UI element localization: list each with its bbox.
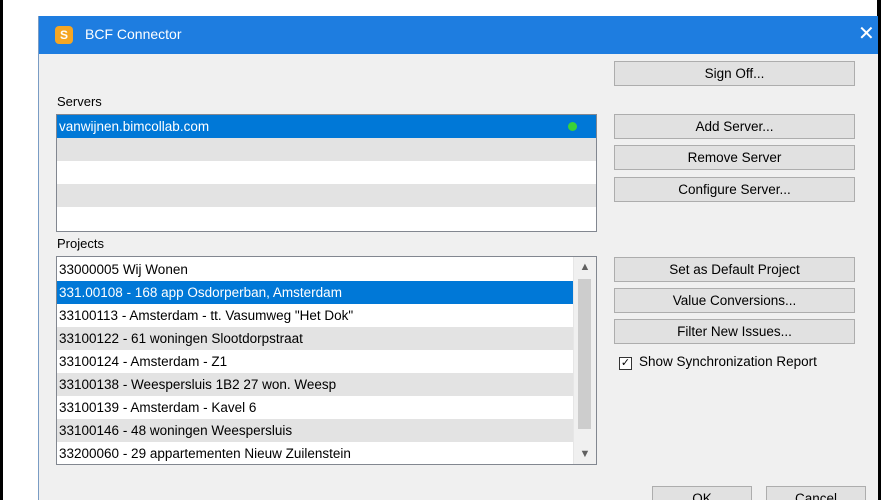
server-empty-row [57, 184, 596, 207]
set-default-project-button[interactable]: Set as Default Project [614, 257, 855, 282]
app-logo-icon: S [55, 26, 73, 44]
sign-off-button[interactable]: Sign Off... [614, 61, 855, 86]
show-sync-report-checkbox[interactable]: ✓ [619, 357, 632, 370]
configure-server-button[interactable]: Configure Server... [614, 177, 855, 202]
window-title: BCF Connector [85, 26, 182, 42]
project-row[interactable]: 331.00108 - 168 app Osdorperban, Amsterd… [57, 281, 574, 304]
screen-border-left [0, 0, 3, 500]
scroll-up-icon[interactable]: ▲ [574, 257, 596, 277]
server-item[interactable]: vanwijnen.bimcollab.com [57, 115, 596, 138]
project-row[interactable]: 33100139 - Amsterdam - Kavel 6 [57, 396, 574, 419]
bcf-connector-dialog: S BCF Connector ✕ Servers vanwijnen.bimc… [38, 16, 878, 500]
title-bar[interactable]: S BCF Connector ✕ [39, 16, 878, 54]
show-sync-report-label: Show Synchronization Report [639, 354, 817, 369]
value-conversions-button[interactable]: Value Conversions... [614, 288, 855, 313]
connection-status-icon [568, 122, 577, 131]
project-row[interactable]: 33200060 - 29 appartementen Nieuw Zuilen… [57, 442, 574, 464]
project-row[interactable]: 33000005 Wij Wonen [57, 258, 574, 281]
projects-label: Projects [57, 236, 104, 251]
project-row[interactable]: 33100146 - 48 woningen Weespersluis [57, 419, 574, 442]
servers-label: Servers [57, 94, 102, 109]
scroll-thumb[interactable] [578, 279, 591, 429]
add-server-button[interactable]: Add Server... [614, 114, 855, 139]
server-empty-row [57, 138, 596, 161]
server-empty-row [57, 161, 596, 184]
project-row[interactable]: 33100124 - Amsterdam - Z1 [57, 350, 574, 373]
server-name: vanwijnen.bimcollab.com [59, 119, 210, 134]
projects-list[interactable]: 33000005 Wij Wonen 331.00108 - 168 app O… [56, 256, 597, 465]
remove-server-button[interactable]: Remove Server [614, 145, 855, 170]
project-row[interactable]: 33100113 - Amsterdam - tt. Vasumweg "Het… [57, 304, 574, 327]
ok-button[interactable]: OK [652, 486, 752, 500]
cancel-button[interactable]: Cancel [766, 486, 866, 500]
scroll-down-icon[interactable]: ▼ [574, 444, 596, 464]
project-row[interactable]: 33100138 - Weespersluis 1B2 27 won. Wees… [57, 373, 574, 396]
filter-new-issues-button[interactable]: Filter New Issues... [614, 319, 855, 344]
project-row[interactable]: 33100122 - 61 woningen Slootdorpstraat [57, 327, 574, 350]
projects-scrollbar[interactable]: ▲ ▼ [573, 257, 596, 464]
servers-list[interactable]: vanwijnen.bimcollab.com [56, 114, 597, 232]
close-icon[interactable]: ✕ [858, 20, 878, 48]
